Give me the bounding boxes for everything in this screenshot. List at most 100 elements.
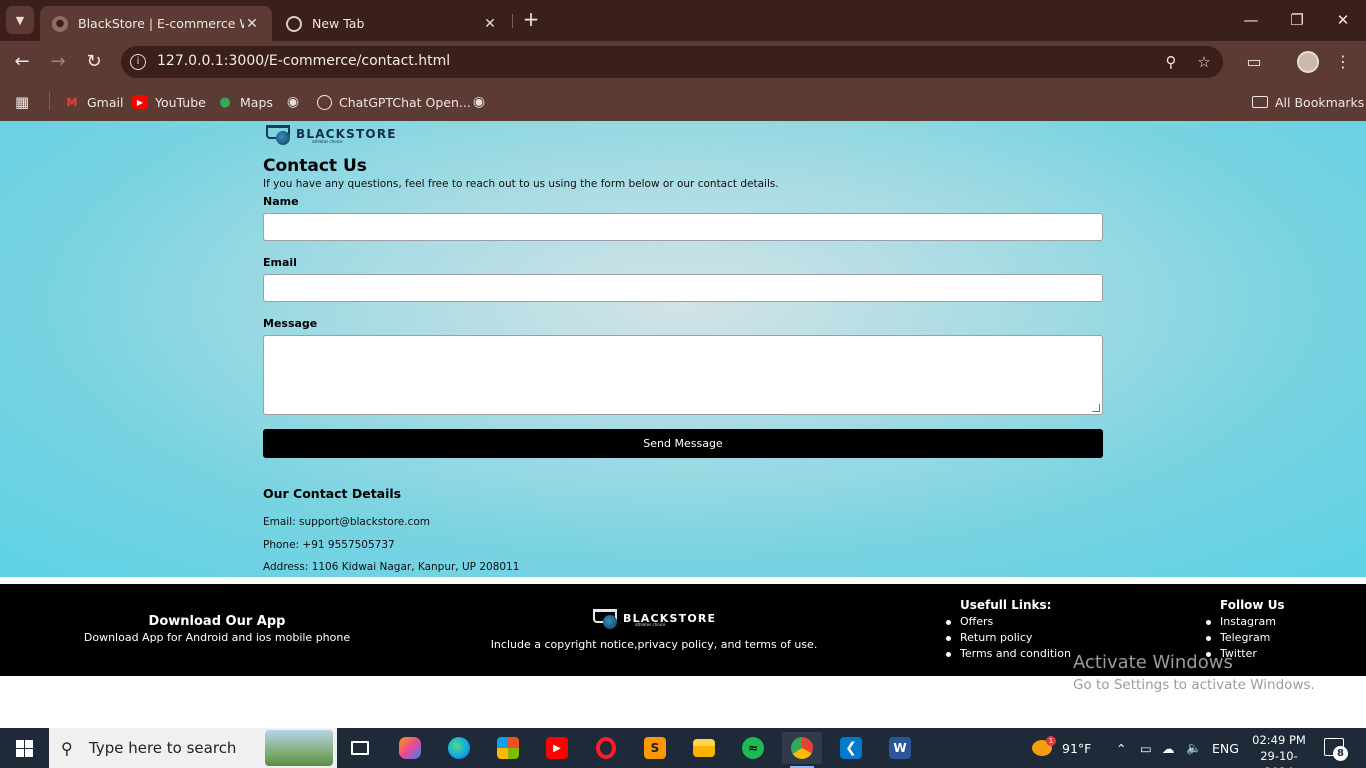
chrome-icon[interactable]	[782, 732, 822, 768]
bookmark-label: Gmail	[87, 94, 124, 110]
language-indicator[interactable]: ENG	[1212, 728, 1239, 768]
contact-email: Email: support@blackstore.com	[263, 516, 431, 528]
logo-tagline: athletes choice	[312, 139, 343, 144]
clock-time: 02:49 PM	[1252, 733, 1306, 747]
social-link-telegram[interactable]: Telegram	[1205, 631, 1270, 644]
apps-grid-icon[interactable]: ▦	[15, 92, 29, 112]
footer-link-offers[interactable]: Offers	[945, 615, 993, 628]
minimize-icon[interactable]: —	[1228, 8, 1274, 32]
weather-widget[interactable]: 1 91°F	[1032, 728, 1091, 768]
windows-taskbar: ⚲ Type here to search ▶ S ≈ ❮ W 1 91°F ⌃…	[0, 728, 1366, 768]
follow-us-heading: Follow Us	[1220, 598, 1285, 612]
new-tab-plus-icon[interactable]: +	[520, 8, 542, 30]
tab-new-tab[interactable]: New Tab ✕	[274, 6, 510, 41]
windows-start-icon[interactable]	[16, 740, 33, 757]
notification-count-badge: 8	[1333, 746, 1348, 761]
name-input[interactable]	[263, 213, 1103, 241]
youtube-icon: ▶	[132, 95, 148, 109]
file-explorer-icon[interactable]	[684, 732, 724, 764]
intro-text: If you have any questions, feel free to …	[263, 178, 779, 190]
zoom-icon[interactable]: ⚲	[1161, 52, 1181, 72]
bookmark-youtube[interactable]: ▶ YouTube	[132, 92, 206, 112]
activate-windows-title: Activate Windows	[1073, 652, 1233, 673]
globe-icon: ◉	[286, 94, 300, 110]
footer-link-return-policy[interactable]: Return policy	[945, 631, 1032, 644]
onedrive-cloud-icon[interactable]: ☁	[1162, 728, 1175, 768]
youtube-app-icon[interactable]: ▶	[537, 732, 577, 764]
logo-tagline: athletes choice	[635, 622, 666, 627]
restore-icon[interactable]: ❐	[1274, 8, 1320, 32]
tab-title: BlackStore | E-commerce Websi	[78, 16, 244, 31]
message-textarea[interactable]	[263, 335, 1103, 415]
useful-links-heading: Usefull Links:	[960, 598, 1052, 612]
opera-icon[interactable]	[586, 732, 626, 764]
kebab-menu-icon[interactable]: ⋮	[1332, 51, 1354, 73]
chrome-favicon-icon	[286, 15, 302, 32]
download-app-subtitle: Download App for Android and ios mobile …	[83, 631, 351, 644]
bookmark-gmail[interactable]: M Gmail	[64, 92, 124, 112]
hidden-icons-chevron-icon[interactable]: ⌃	[1116, 728, 1126, 768]
chatgpt-icon	[317, 94, 332, 110]
microsoft-store-icon[interactable]	[488, 732, 528, 764]
site-info-icon[interactable]: i	[130, 54, 146, 70]
message-label: Message	[263, 317, 318, 330]
taskbar-search[interactable]: ⚲ Type here to search	[49, 728, 337, 768]
weather-temp: 91°F	[1062, 740, 1092, 756]
contact-phone: Phone: +91 9557505737	[263, 539, 395, 551]
bookmark-star-icon[interactable]: ☆	[1194, 52, 1214, 72]
weather-badge: 1	[1046, 736, 1056, 746]
bookmark-maps[interactable]: ● Maps	[217, 92, 273, 112]
footer-link-terms[interactable]: Terms and condition	[946, 647, 1071, 660]
close-tab-icon[interactable]: ✕	[482, 16, 498, 32]
reload-icon[interactable]: ↻	[81, 50, 107, 74]
globe-icon: ◉	[472, 94, 486, 110]
download-app-heading: Download Our App	[148, 614, 286, 629]
address-bar[interactable]: i 127.0.0.1:3000/E-commerce/contact.html…	[121, 46, 1223, 78]
all-bookmarks[interactable]: All Bookmarks	[1252, 92, 1364, 112]
bookmarks-bar: ▦ M Gmail ▶ YouTube ● Maps ◉ ChatGPTChat…	[0, 83, 1366, 121]
tab-blackstore[interactable]: ● BlackStore | E-commerce Websi ✕	[40, 6, 272, 41]
bookmark-globe[interactable]: ◉	[285, 92, 308, 112]
close-tab-icon[interactable]: ✕	[244, 16, 260, 32]
contact-address: Address: 1106 Kidwai Nagar, Kanpur, UP 2…	[263, 561, 520, 573]
tab-title: New Tab	[312, 16, 365, 31]
search-highlight-image	[265, 730, 333, 766]
vscode-icon[interactable]: ❮	[831, 732, 871, 764]
battery-icon[interactable]: ▭	[1140, 728, 1152, 768]
page-viewport: BLACKSTORE athletes choice Contact Us If…	[0, 121, 1366, 728]
page-title: Contact Us	[263, 156, 367, 176]
blackstore-logo[interactable]: BLACKSTORE athletes choice	[264, 121, 397, 147]
bookmarks-divider	[49, 92, 50, 110]
folder-icon	[1252, 96, 1268, 108]
bookmark-label: Maps	[240, 94, 273, 110]
url-text[interactable]: 127.0.0.1:3000/E-commerce/contact.html	[157, 53, 450, 69]
task-view-icon[interactable]	[340, 732, 380, 764]
window-close-icon[interactable]: ✕	[1320, 8, 1366, 32]
sublime-text-icon[interactable]: S	[635, 732, 675, 764]
copyright-note: Include a copyright notice,privacy polic…	[490, 638, 818, 651]
weather-sun-icon: 1	[1032, 736, 1056, 756]
copilot-icon[interactable]	[390, 732, 430, 764]
bookmark-globe-2[interactable]: ◉	[471, 92, 494, 112]
profile-avatar[interactable]	[1297, 51, 1319, 73]
edge-icon[interactable]	[439, 732, 479, 764]
volume-icon[interactable]: 🔈	[1186, 728, 1202, 768]
extensions-puzzle-icon[interactable]: ▭	[1243, 51, 1265, 73]
system-clock[interactable]: 02:49 PM 29-10-2024	[1247, 732, 1311, 768]
chevron-down-icon: ▼	[15, 13, 25, 27]
back-arrow-icon[interactable]: ←	[9, 50, 35, 74]
bookmark-chatgpt[interactable]: ChatGPTChat Open...	[317, 92, 471, 112]
tab-search-button[interactable]: ▼	[6, 6, 34, 34]
email-input[interactable]	[263, 274, 1103, 302]
tab-divider	[512, 14, 513, 28]
name-label: Name	[263, 195, 299, 208]
forward-arrow-icon[interactable]: →	[45, 50, 71, 74]
footer-logo[interactable]: BLACKSTORE athletes choice	[591, 605, 716, 631]
send-message-button[interactable]: Send Message	[263, 429, 1103, 458]
bookmark-label: ChatGPTChat Open...	[339, 94, 471, 110]
activate-windows-subtitle: Go to Settings to activate Windows.	[1073, 677, 1315, 693]
social-link-instagram[interactable]: Instagram	[1206, 615, 1276, 628]
spotify-icon[interactable]: ≈	[733, 732, 773, 764]
tab-strip: ▼ ● BlackStore | E-commerce Websi ✕ New …	[0, 0, 1366, 41]
word-icon[interactable]: W	[880, 732, 920, 764]
